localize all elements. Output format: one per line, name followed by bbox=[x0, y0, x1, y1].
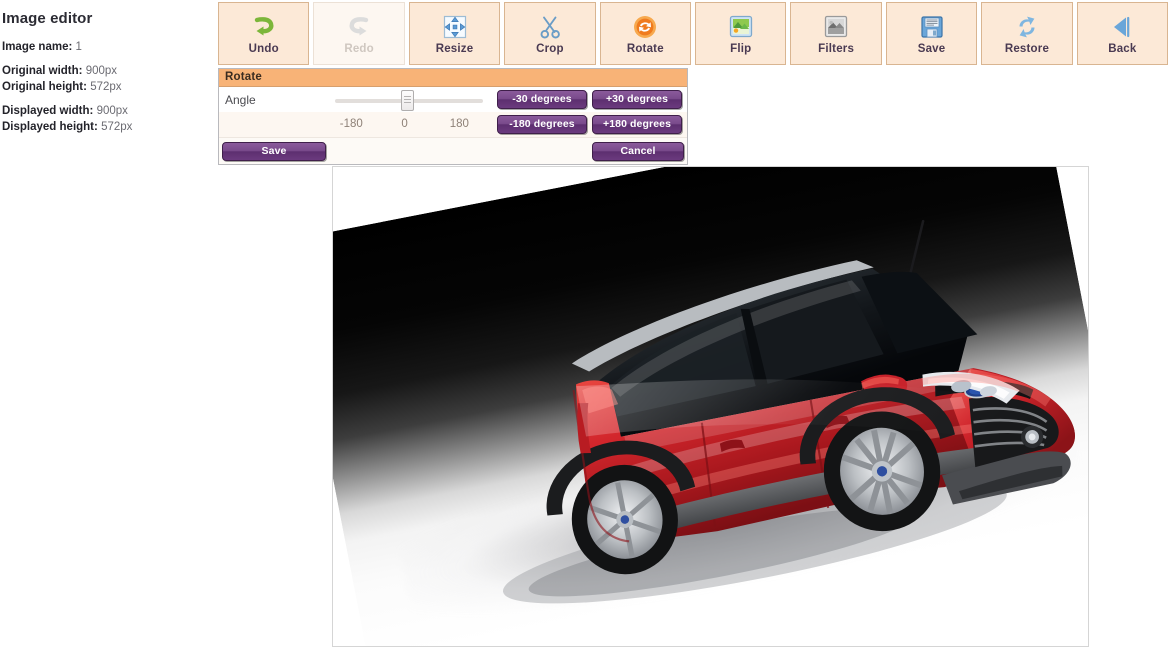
info-image-name: Image name: 1 bbox=[2, 40, 210, 55]
info-label: Original height: bbox=[2, 81, 87, 93]
info-original-height: Original height: 572px bbox=[2, 80, 210, 95]
info-value: 900px bbox=[96, 105, 128, 117]
toolbar-button-undo[interactable]: Undo bbox=[218, 2, 310, 65]
angle-label: Angle bbox=[225, 92, 256, 107]
slider-tick-max: 180 bbox=[449, 117, 469, 130]
slider-ticks-row: -180 0 180 -180 degrees +180 degrees bbox=[219, 112, 687, 137]
toolbar-label-redo: Redo bbox=[344, 42, 374, 55]
toolbar-button-flip[interactable]: Flip bbox=[695, 2, 787, 65]
panel-cancel-button[interactable]: Cancel bbox=[592, 141, 684, 161]
panel-actions-row: Save Cancel bbox=[219, 137, 687, 164]
filters-image-icon bbox=[821, 13, 851, 41]
info-label: Image name: bbox=[2, 41, 73, 53]
picture-icon bbox=[726, 13, 756, 41]
angle-slider[interactable] bbox=[335, 89, 483, 111]
degree-buttons-row-1: -30 degrees +30 degrees bbox=[497, 90, 684, 109]
rotate-plus-30-button[interactable]: +30 degrees bbox=[592, 90, 682, 109]
info-displayed-height: Displayed height: 572px bbox=[2, 120, 210, 135]
toolbar-button-filters[interactable]: Filters bbox=[790, 2, 882, 65]
toolbar-label-resize: Resize bbox=[435, 42, 474, 55]
toolbar-label-rotate: Rotate bbox=[626, 42, 664, 55]
toolbar-button-resize[interactable]: Resize bbox=[408, 2, 501, 65]
toolbar-button-back[interactable]: Back bbox=[1076, 2, 1169, 65]
toolbar-label-undo: Undo bbox=[248, 42, 279, 55]
floppy-disk-icon bbox=[917, 13, 947, 41]
toolbar-button-redo[interactable]: Redo bbox=[313, 2, 405, 65]
undo-arrow-icon bbox=[249, 13, 279, 41]
toolbar-label-restore: Restore bbox=[1004, 42, 1050, 55]
info-label: Displayed width: bbox=[2, 105, 94, 117]
info-value: 900px bbox=[85, 65, 118, 77]
car-illustration bbox=[502, 219, 1075, 603]
image-canvas[interactable] bbox=[332, 166, 1089, 647]
rotate-minus-180-button[interactable]: -180 degrees bbox=[497, 115, 587, 134]
rotate-panel: Rotate Angle -30 degrees +30 degrees -18 bbox=[218, 68, 688, 165]
panel-save-button[interactable]: Save bbox=[222, 141, 326, 161]
slider-tick-min: -180 bbox=[339, 117, 363, 130]
info-displayed-width: Displayed width: 900px bbox=[2, 104, 210, 119]
toolbar-label-back: Back bbox=[1108, 42, 1137, 55]
toolbar-button-restore[interactable]: Restore bbox=[981, 2, 1073, 65]
rotate-panel-header: Rotate bbox=[219, 69, 687, 87]
toolbar-button-save[interactable]: Save bbox=[885, 2, 978, 65]
redo-arrow-icon bbox=[344, 13, 374, 41]
car-photo bbox=[333, 167, 1088, 646]
info-value: 572px bbox=[101, 121, 133, 133]
rotated-image-wrapper bbox=[333, 167, 1088, 646]
editor-toolbar: Undo Redo Resize Crop Rotate Flip Filter… bbox=[218, 2, 1169, 65]
angle-row: Angle -30 degrees +30 degrees bbox=[219, 87, 687, 112]
rotate-circle-icon bbox=[630, 13, 660, 41]
resize-arrows-icon bbox=[440, 13, 470, 41]
page-title: Image editor bbox=[2, 10, 93, 27]
slider-tick-mid: 0 bbox=[401, 117, 408, 130]
slider-tick-labels: -180 0 180 bbox=[335, 117, 483, 133]
toolbar-label-save: Save bbox=[917, 42, 946, 55]
info-original-width: Original width: 900px bbox=[2, 64, 210, 79]
degree-buttons-row-2: -180 degrees +180 degrees bbox=[497, 115, 684, 134]
refresh-arrows-icon bbox=[1012, 13, 1042, 41]
info-label: Displayed height: bbox=[2, 121, 98, 133]
rotate-panel-body: Angle -30 degrees +30 degrees -180 0 180 bbox=[219, 87, 687, 164]
info-value: 572px bbox=[90, 81, 122, 93]
toolbar-button-rotate[interactable]: Rotate bbox=[599, 2, 692, 65]
angle-slider-handle[interactable] bbox=[401, 89, 414, 111]
toolbar-label-flip: Flip bbox=[730, 42, 752, 55]
slider-grip-lines bbox=[404, 95, 411, 97]
scissors-icon bbox=[535, 13, 565, 41]
image-info-sidebar: Image editor Image name: 1 Original widt… bbox=[0, 0, 210, 136]
toolbar-label-crop: Crop bbox=[536, 42, 564, 55]
rotate-minus-30-button[interactable]: -30 degrees bbox=[497, 90, 587, 109]
toolbar-button-crop[interactable]: Crop bbox=[504, 2, 596, 65]
image-editor-app: Image editor Image name: 1 Original widt… bbox=[0, 0, 1170, 665]
toolbar-label-filters: Filters bbox=[818, 42, 855, 55]
back-triangle-icon bbox=[1107, 13, 1137, 41]
info-value: 1 bbox=[75, 41, 82, 53]
rotate-plus-180-button[interactable]: +180 degrees bbox=[592, 115, 682, 134]
info-label: Original width: bbox=[2, 65, 83, 77]
